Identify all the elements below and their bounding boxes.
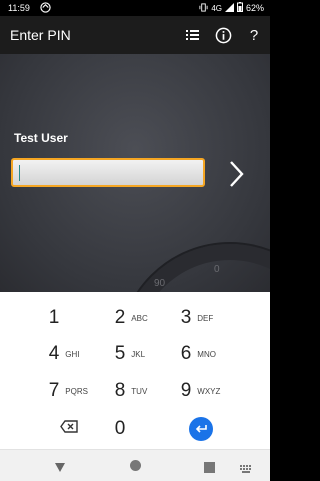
- battery-icon: [236, 2, 243, 14]
- app-bar: Enter PIN ?: [0, 16, 270, 54]
- key-letters: JKL: [131, 349, 146, 359]
- network-type: 4G: [211, 3, 222, 13]
- dial-tick: 0: [214, 264, 220, 275]
- key-digit: 6: [180, 343, 192, 364]
- text-caret: [19, 165, 20, 181]
- key-6[interactable]: 6 MNO: [161, 336, 241, 372]
- user-name: Test User: [14, 131, 68, 145]
- status-bar: 11:59 4G 62%: [0, 0, 270, 16]
- key-digit: 5: [114, 343, 126, 364]
- backspace-icon: [60, 420, 78, 438]
- key-letters: MNO: [197, 349, 216, 359]
- enter-icon: [189, 417, 213, 441]
- recents-icon[interactable]: [204, 460, 215, 478]
- key-3[interactable]: 3 DEF: [161, 300, 241, 336]
- status-time: 11:59: [8, 3, 30, 13]
- battery-percent: 62%: [245, 3, 264, 13]
- key-digit: 0: [114, 418, 126, 439]
- key-digit: 9: [180, 380, 192, 401]
- chevron-right-icon[interactable]: [224, 157, 248, 191]
- key-digit: 2: [114, 307, 126, 328]
- list-icon[interactable]: [182, 25, 202, 45]
- key-letters: PQRS: [65, 386, 88, 396]
- help-icon[interactable]: ?: [244, 25, 264, 45]
- key-digit: 3: [180, 307, 192, 328]
- back-icon[interactable]: [54, 460, 66, 478]
- sync-icon: [40, 2, 51, 15]
- signal-icon: [224, 2, 234, 14]
- key-letters: DEF: [197, 313, 214, 323]
- info-icon[interactable]: [213, 25, 233, 45]
- safe-dial-graphic: 90 0: [118, 242, 270, 292]
- vibrate-icon: [199, 2, 208, 14]
- home-icon[interactable]: [129, 459, 142, 477]
- key-9[interactable]: 9 WXYZ: [161, 373, 241, 409]
- key-letters: ABC: [131, 313, 148, 323]
- key-digit: 8: [114, 380, 126, 401]
- system-nav-bar: [0, 449, 270, 481]
- key-letters: GHI: [65, 349, 80, 359]
- key-letters: TUV: [131, 386, 148, 396]
- enter-key[interactable]: [161, 411, 241, 447]
- dial-tick: 90: [154, 278, 166, 289]
- page-title: Enter PIN: [10, 27, 71, 43]
- numeric-keypad: 1 2 ABC 3 DEF 4 GHI 5 JKL 6 MNO 7 PQRS 8…: [0, 292, 270, 449]
- key-letters: WXYZ: [197, 386, 221, 396]
- key-digit: 7: [48, 380, 60, 401]
- pin-input[interactable]: [11, 158, 205, 187]
- key-digit: 1: [48, 307, 60, 328]
- key-digit: 4: [48, 343, 60, 364]
- pin-entry-area: 90 0 Test User: [0, 54, 270, 292]
- keyboard-icon[interactable]: [240, 461, 252, 479]
